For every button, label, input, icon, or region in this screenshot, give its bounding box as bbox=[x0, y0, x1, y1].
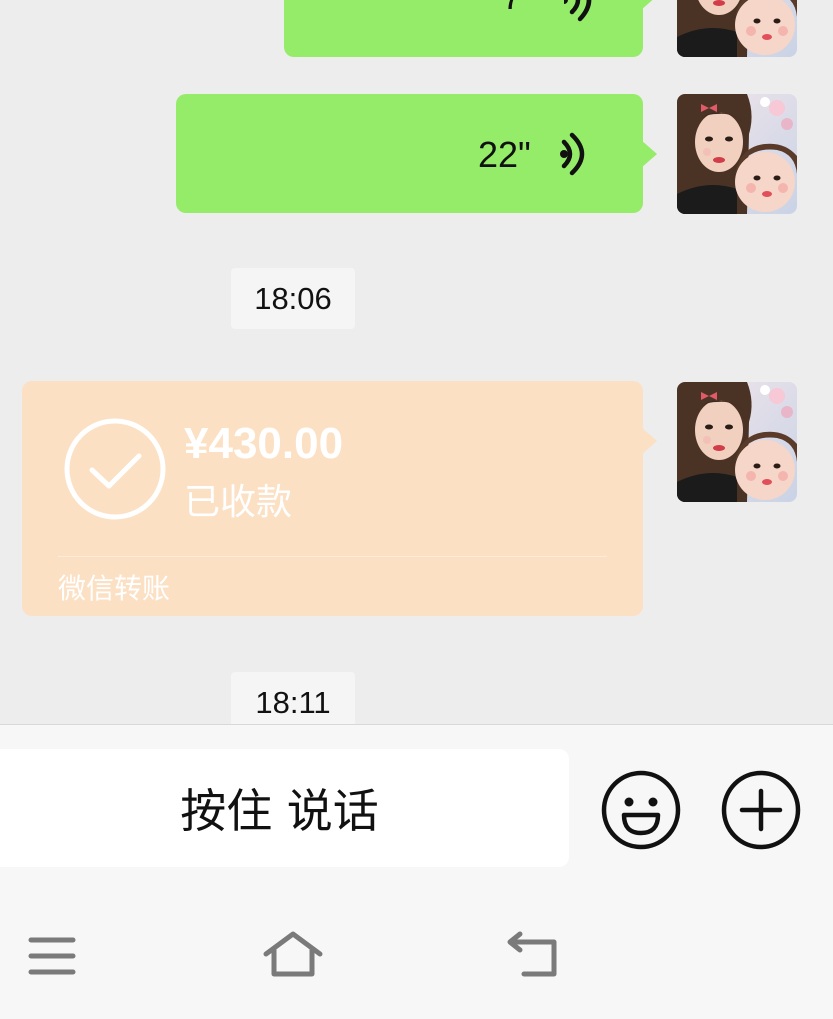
smiley-face-icon[interactable] bbox=[600, 769, 682, 851]
message-timestamp: 18:11 bbox=[231, 672, 355, 724]
voice-message-bubble[interactable]: 22" bbox=[176, 94, 657, 213]
chat-input-bar: 按住 说话 bbox=[0, 724, 833, 881]
voice-duration: 7" bbox=[502, 0, 535, 18]
system-navigation-bar bbox=[0, 880, 833, 1019]
hold-to-talk-button[interactable]: 按住 说话 bbox=[0, 749, 569, 867]
avatar[interactable] bbox=[677, 0, 797, 57]
transfer-amount: ¥430.00 bbox=[184, 419, 344, 468]
voice-wave-icon bbox=[560, 132, 585, 176]
divider bbox=[58, 556, 607, 557]
transfer-status: 已收款 bbox=[184, 482, 293, 523]
hamburger-menu-icon[interactable] bbox=[28, 936, 76, 976]
avatar[interactable] bbox=[677, 382, 797, 502]
message-timestamp: 18:06 bbox=[231, 268, 355, 329]
wechat-transfer-card[interactable]: ¥430.00 已收款 微信转账 bbox=[22, 381, 657, 616]
voice-wave-icon bbox=[564, 0, 592, 22]
home-icon[interactable] bbox=[262, 930, 324, 978]
voice-duration: 22" bbox=[478, 134, 531, 175]
chat-message-list[interactable]: 7" 22" 18:06 ¥430.00 已收款 微信转账 bbox=[0, 0, 833, 724]
back-arrow-icon[interactable] bbox=[506, 930, 560, 978]
plus-circle-icon[interactable] bbox=[720, 769, 802, 851]
check-circle-icon bbox=[64, 418, 166, 520]
avatar[interactable] bbox=[677, 94, 797, 214]
transfer-label: 微信转账 bbox=[58, 572, 171, 605]
voice-message-bubble[interactable]: 7" bbox=[284, 0, 657, 57]
